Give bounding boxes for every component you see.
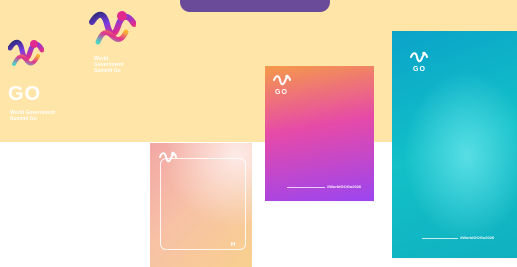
card-frame: [160, 158, 246, 250]
card-teal[interactable]: GO #WorldGOGo2026: [392, 31, 517, 258]
quote-icon: ”: [230, 240, 236, 254]
card-go: GO: [275, 89, 288, 96]
brand-caption-top: World Government Summit Go: [94, 56, 124, 74]
card-purple[interactable]: GO #WorldGOGo2026: [265, 66, 374, 201]
card-pink[interactable]: ”: [150, 143, 252, 267]
card-go: GO: [413, 66, 426, 73]
card-footer-line: [287, 187, 325, 188]
brand-caption-left: World Government Summit Go: [10, 110, 55, 122]
card-logo-icon: [159, 151, 177, 170]
top-tab[interactable]: [180, 0, 330, 12]
brand-logo: [8, 38, 44, 70]
card-footer-tag: #WorldGOGo2026: [327, 184, 362, 189]
card-footer-line: [422, 238, 458, 239]
brand-go-text: GO: [8, 83, 42, 105]
card-footer-tag: #WorldGOGo2026: [460, 235, 495, 240]
brand-logo-secondary: [88, 8, 136, 48]
